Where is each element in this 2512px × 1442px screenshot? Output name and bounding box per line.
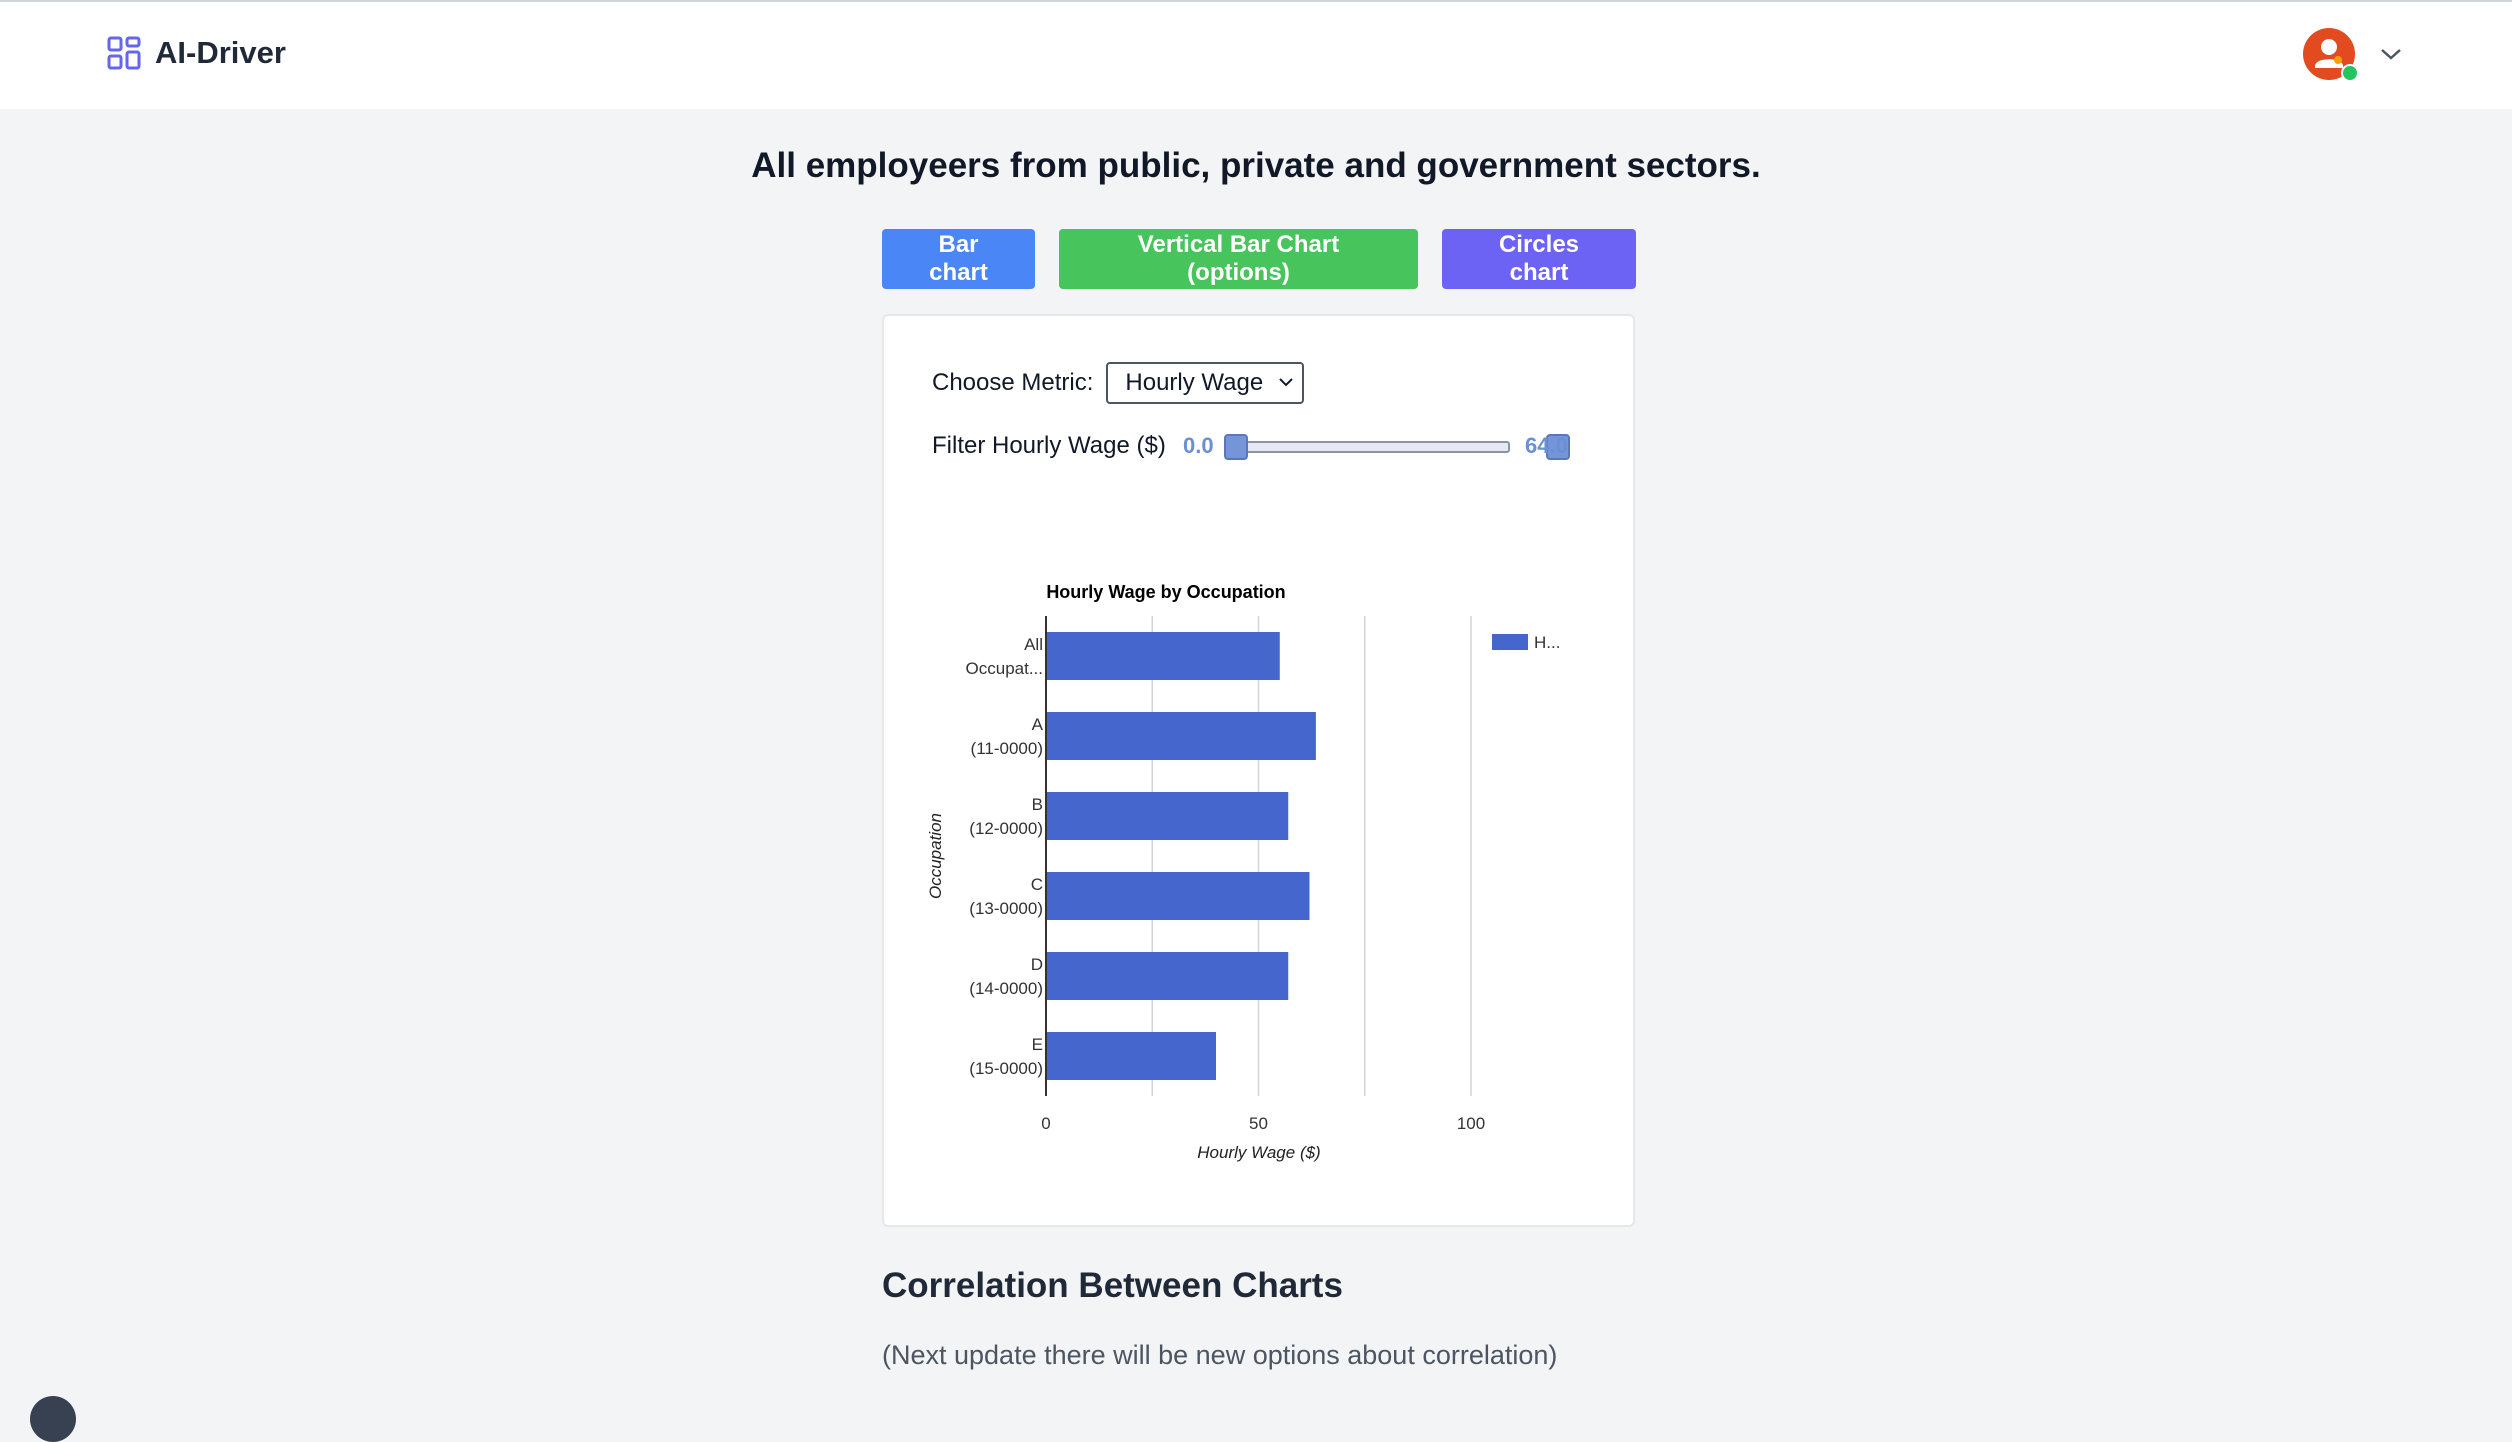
hourly-wage-chart: All Occupat... A (11-0000) B (12-0000) C (13-00…	[926, 582, 1560, 1162]
range-min-handle[interactable]	[1224, 434, 1248, 460]
legend-label: H...	[1534, 633, 1560, 652]
metric-row: Choose Metric: Hourly Wage	[932, 362, 1305, 404]
brand-name: AI-Driver	[155, 35, 286, 70]
online-status-dot	[2341, 64, 2359, 82]
category-label: B	[1032, 795, 1043, 814]
page-title: All employeers from public, private and …	[751, 146, 1761, 185]
bar	[1046, 952, 1289, 1000]
y-axis-title: Occupation	[926, 813, 945, 899]
bar	[1046, 872, 1310, 920]
metric-select[interactable]: Hourly Wage	[1106, 362, 1305, 404]
category-label: (14-0000)	[969, 979, 1043, 998]
x-tick-label: 0	[1041, 1114, 1050, 1133]
chart-type-buttons: Bar chart Vertical Bar Chart (options) C…	[882, 229, 1636, 289]
bar	[1046, 1032, 1216, 1080]
x-tick-label: 100	[1457, 1114, 1485, 1133]
floating-action-button[interactable]	[30, 1396, 76, 1442]
category-label: (13-0000)	[969, 899, 1043, 918]
range-min-value: 0.0	[1183, 433, 1214, 458]
correlation-title: Correlation Between Charts	[882, 1266, 1343, 1305]
category-label: D	[1031, 955, 1043, 974]
filter-label: Filter Hourly Wage ($)	[932, 432, 1166, 459]
chart-title: Hourly Wage by Occupation	[1046, 582, 1285, 602]
category-label: (11-0000)	[971, 739, 1043, 758]
metric-label: Choose Metric:	[932, 369, 1094, 396]
chart-card: Choose Metric: Hourly Wage Filter Hourly…	[882, 314, 1635, 1227]
user-avatar-icon[interactable]	[2303, 28, 2359, 82]
wage-filter: Filter Hourly Wage ($) 0.0 64.0	[932, 432, 1592, 462]
range-slider-track[interactable]	[1228, 441, 1510, 453]
category-label: E	[1032, 1035, 1043, 1054]
grid-icon	[107, 36, 141, 70]
x-axis-title: Hourly Wage ($)	[1197, 1143, 1320, 1162]
chevron-down-icon[interactable]	[2379, 46, 2403, 62]
x-tick-label: 50	[1249, 1114, 1268, 1133]
category-label: C	[1031, 875, 1043, 894]
legend-swatch	[1492, 634, 1528, 650]
select-caret-icon	[1279, 378, 1294, 387]
bar	[1046, 632, 1280, 680]
category-label: A	[1032, 715, 1044, 734]
user-menu[interactable]	[2303, 28, 2403, 82]
bar	[1046, 712, 1316, 760]
vertical-bar-chart-button[interactable]: Vertical Bar Chart (options)	[1059, 229, 1418, 289]
metric-selected-value: Hourly Wage	[1125, 369, 1264, 396]
top-navbar: AI-Driver	[0, 0, 2512, 109]
range-max-value: 64.0	[1525, 433, 1568, 458]
brand-link[interactable]: AI-Driver	[107, 35, 286, 71]
bar	[1046, 792, 1289, 840]
category-label: (15-0000)	[969, 1059, 1043, 1078]
category-label: All	[1024, 635, 1043, 654]
category-label: (12-0000)	[969, 819, 1043, 838]
category-label: Occupat...	[966, 659, 1043, 678]
circles-chart-button[interactable]: Circles chart	[1442, 229, 1636, 289]
correlation-note: (Next update there will be new options a…	[882, 1340, 1558, 1370]
bar-chart-button[interactable]: Bar chart	[882, 229, 1035, 289]
